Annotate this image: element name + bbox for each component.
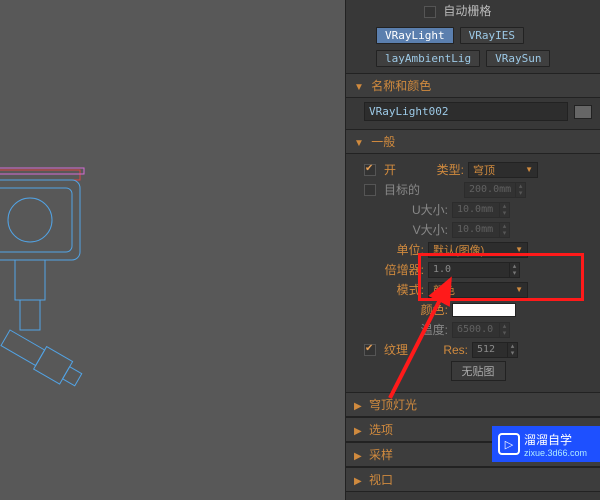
chevron-down-icon: ▼	[515, 285, 523, 294]
auto-grid-checkbox[interactable]	[424, 6, 436, 18]
no-map-button[interactable]: 无贴图	[451, 361, 506, 381]
chevron-down-icon: ▼	[515, 245, 523, 254]
multiplier-spinner[interactable]: 1.0 ▴▾	[428, 262, 520, 278]
twisty-icon: ▶	[354, 426, 362, 437]
twisty-icon: ▶	[354, 476, 362, 487]
mode-label: 模式:	[364, 281, 424, 298]
color-swatch[interactable]	[452, 303, 516, 317]
type-vraylight-button[interactable]: VRayLight	[376, 27, 454, 44]
type-dropdown[interactable]: 穹顶 ▼	[468, 162, 538, 178]
res-value: 512	[473, 344, 507, 355]
section-name-color[interactable]: ▼ 名称和颜色	[346, 73, 600, 98]
watermark-brand: 溜溜自学	[524, 431, 587, 448]
spinner-down-icon[interactable]: ▾	[515, 190, 525, 197]
units-value: 默认(图像)	[433, 242, 484, 258]
section-general[interactable]: ▼ 一般	[346, 129, 600, 154]
chevron-down-icon: ▼	[525, 165, 533, 174]
viewport[interactable]	[0, 0, 345, 500]
section-general-body: 开 类型: 穹顶 ▼ 目标的 200.0mm ▴▾ U大小: 10.0mm ▴▾…	[346, 154, 600, 392]
on-label: 开	[384, 161, 410, 178]
color-label: 颜色:	[408, 301, 448, 318]
object-color-swatch[interactable]	[574, 105, 592, 119]
mode-value: 颜色	[433, 282, 455, 298]
temperature-value: 6500.0	[453, 324, 499, 335]
section-viewport[interactable]: ▶ 视口	[346, 467, 600, 492]
temperature-spinner: 6500.0 ▴▾	[452, 322, 510, 338]
spinner-up-icon[interactable]: ▴	[509, 263, 519, 270]
targeted-dist-value: 200.0mm	[465, 184, 515, 195]
mode-dropdown[interactable]: 颜色 ▼	[428, 282, 528, 298]
res-spinner[interactable]: 512 ▴▾	[472, 342, 518, 358]
section-viewport-label: 视口	[369, 473, 393, 487]
spinner-up-icon[interactable]: ▴	[507, 343, 517, 350]
texture-label: 纹理	[384, 341, 436, 358]
wireframe-object	[0, 160, 140, 480]
vsize-spinner: 10.0mm ▴▾	[452, 222, 510, 238]
units-label: 单位:	[364, 241, 424, 258]
multiplier-label: 倍增器:	[364, 261, 424, 278]
section-dome-label: 穹顶灯光	[369, 398, 417, 412]
type-vrayies-button[interactable]: VRayIES	[460, 27, 524, 44]
object-name-input[interactable]	[364, 102, 568, 121]
type-vraysun-button[interactable]: VRaySun	[486, 50, 550, 67]
play-icon: ▷	[498, 433, 520, 455]
vsize-value: 10.0mm	[453, 224, 499, 235]
vsize-label: V大小:	[404, 221, 448, 238]
spinner-down-icon[interactable]: ▾	[507, 350, 517, 357]
twisty-icon: ▼	[354, 82, 364, 93]
section-general-label: 一般	[371, 135, 395, 149]
light-type-buttons: VRayLight VRayIES layAmbientLig VRaySun	[346, 25, 600, 73]
twisty-icon: ▶	[354, 451, 362, 462]
auto-grid-label: 自动栅格	[443, 4, 491, 18]
temperature-label: 温度:	[408, 321, 448, 338]
multiplier-value: 1.0	[429, 264, 509, 275]
section-dome[interactable]: ▶ 穹顶灯光	[346, 392, 600, 417]
usize-value: 10.0mm	[453, 204, 499, 215]
texture-checkbox[interactable]	[364, 344, 376, 356]
watermark: ▷ 溜溜自学 zixue.3d66.com	[492, 426, 600, 462]
usize-spinner: 10.0mm ▴▾	[452, 202, 510, 218]
on-checkbox[interactable]	[364, 164, 376, 176]
modify-panel: 自动栅格 VRayLight VRayIES layAmbientLig VRa…	[345, 0, 600, 500]
section-name-color-label: 名称和颜色	[371, 79, 431, 93]
targeted-label: 目标的	[384, 181, 460, 198]
type-label: 类型:	[414, 161, 464, 178]
usize-label: U大小:	[404, 201, 448, 218]
units-dropdown[interactable]: 默认(图像) ▼	[428, 242, 528, 258]
section-sampling-label: 采样	[369, 448, 393, 462]
targeted-checkbox[interactable]	[364, 184, 376, 196]
spinner-up-icon[interactable]: ▴	[515, 183, 525, 190]
type-value: 穹顶	[473, 162, 495, 178]
targeted-dist-spinner[interactable]: 200.0mm ▴▾	[464, 182, 526, 198]
watermark-url: zixue.3d66.com	[524, 448, 587, 458]
twisty-icon: ▶	[354, 401, 362, 412]
res-label: Res:	[440, 343, 468, 357]
spinner-down-icon[interactable]: ▾	[509, 270, 519, 277]
twisty-icon: ▼	[354, 138, 364, 149]
type-vrayambient-button[interactable]: layAmbientLig	[376, 50, 480, 67]
section-options-label: 选项	[369, 423, 393, 437]
